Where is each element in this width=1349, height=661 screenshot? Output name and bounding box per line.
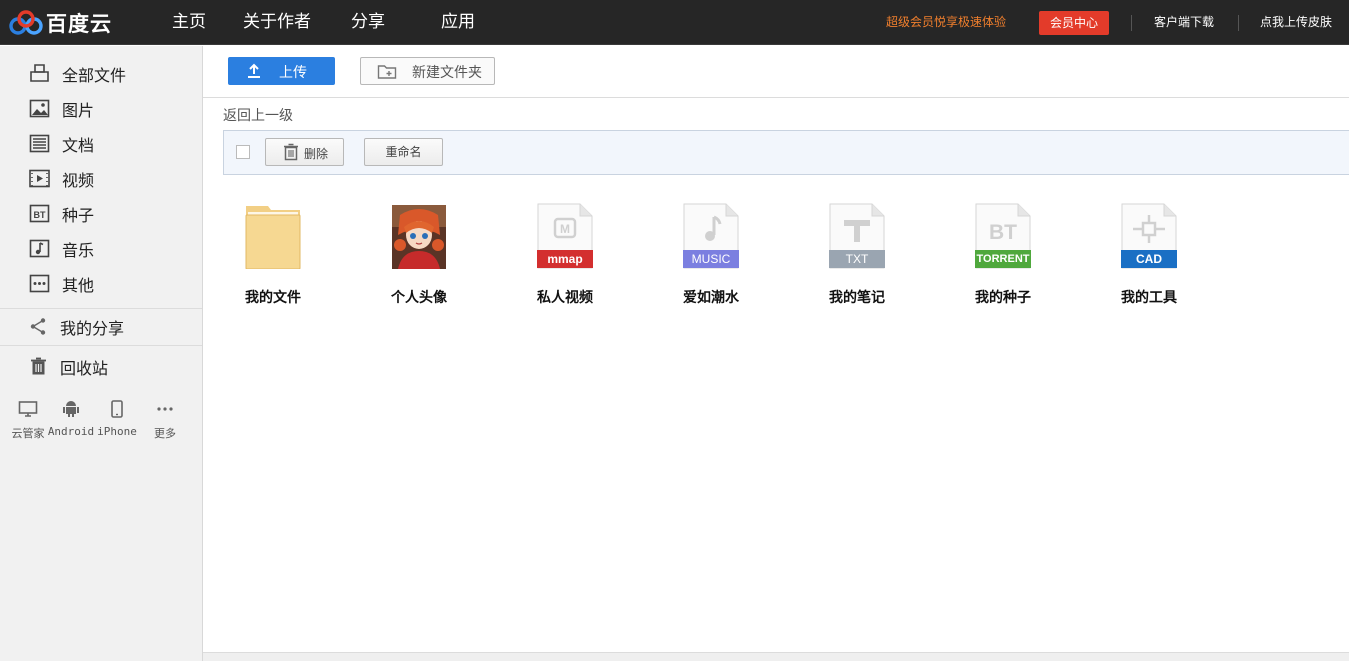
svg-text:BT: BT xyxy=(34,210,46,220)
all-files-icon xyxy=(30,64,49,82)
share-icon xyxy=(30,318,46,335)
device-more[interactable]: 更多 xyxy=(140,399,190,441)
sidebar-item-others[interactable]: 其他 xyxy=(0,266,202,301)
delete-button[interactable]: 删除 xyxy=(265,138,344,166)
file-name: 我的文件 xyxy=(245,290,301,306)
file-type-badge: TORRENT xyxy=(975,250,1031,268)
sidebar-item-recycle-bin[interactable]: 回收站 xyxy=(0,349,202,384)
sidebar: 全部文件 图片 文档 视频 BT 种子 音乐 其他 我的分享 回收站 云管家 A… xyxy=(0,46,203,661)
more-icon xyxy=(157,407,173,411)
file-name: 我的种子 xyxy=(975,290,1031,306)
device-label: iPhone xyxy=(97,425,137,438)
sidebar-item-all-files[interactable]: 全部文件 xyxy=(0,56,202,91)
avatar-image-icon xyxy=(392,205,446,269)
logo-text: 百度云 xyxy=(46,12,112,36)
upload-skin-link[interactable]: 点我上传皮肤 xyxy=(1260,0,1332,45)
trash-icon xyxy=(31,357,46,375)
sidebar-item-images[interactable]: 图片 xyxy=(0,91,202,126)
upload-icon xyxy=(248,63,260,78)
toolbar: 上传 新建文件夹 xyxy=(203,46,1349,98)
svg-text:M: M xyxy=(560,222,570,236)
sidebar-item-music[interactable]: 音乐 xyxy=(0,231,202,266)
device-iphone[interactable]: iPhone xyxy=(92,399,142,438)
nav-about-author[interactable]: 关于作者 xyxy=(243,0,311,45)
folder-icon xyxy=(245,206,301,269)
new-folder-label: 新建文件夹 xyxy=(412,65,482,81)
top-bar: 百度云 主页 关于作者 分享 应用 超级会员悦享极速体验 会员中心 客户端下载 … xyxy=(0,0,1349,45)
bt-icon: BT xyxy=(29,204,50,223)
divider xyxy=(1131,15,1132,31)
vip-center-button[interactable]: 会员中心 xyxy=(1039,11,1109,35)
file-type-badge: TXT xyxy=(829,250,885,268)
file-name: 个人头像 xyxy=(391,290,447,306)
new-folder-icon xyxy=(377,65,397,79)
upload-button[interactable]: 上传 xyxy=(228,57,335,85)
cloud-logo-icon xyxy=(9,10,43,35)
sidebar-item-label: 其他 xyxy=(62,275,95,295)
sidebar-item-videos[interactable]: 视频 xyxy=(0,161,202,196)
file-name: 我的笔记 xyxy=(829,290,885,306)
sidebar-item-label: 全部文件 xyxy=(62,65,127,85)
nav-apps[interactable]: 应用 xyxy=(441,0,475,45)
divider xyxy=(0,345,202,346)
nav-share[interactable]: 分享 xyxy=(351,0,385,45)
sidebar-item-label: 音乐 xyxy=(62,240,95,260)
action-bar: 删除 重命名 xyxy=(223,130,1349,175)
file-name: 我的工具 xyxy=(1121,290,1177,306)
sidebar-item-label: 种子 xyxy=(62,205,95,225)
bottom-scrollbar[interactable] xyxy=(203,652,1349,661)
select-all-checkbox[interactable] xyxy=(236,145,250,159)
client-download-link[interactable]: 客户端下载 xyxy=(1154,0,1214,45)
sidebar-item-label: 我的分享 xyxy=(60,318,125,338)
file-name: 私人视频 xyxy=(537,290,593,306)
sidebar-item-label: 回收站 xyxy=(60,358,109,378)
trash-icon xyxy=(284,143,298,161)
sidebar-item-label: 视频 xyxy=(62,170,95,190)
delete-label: 删除 xyxy=(304,147,329,161)
file-type-badge: CAD xyxy=(1121,250,1177,268)
back-link[interactable]: 返回上一级 xyxy=(223,105,293,125)
image-icon xyxy=(29,99,50,118)
document-icon xyxy=(29,134,50,153)
phone-icon xyxy=(111,400,123,418)
rename-button[interactable]: 重命名 xyxy=(364,138,443,166)
video-icon xyxy=(29,169,50,188)
sidebar-item-documents[interactable]: 文档 xyxy=(0,126,202,161)
nav-home[interactable]: 主页 xyxy=(172,0,206,45)
sidebar-item-label: 文档 xyxy=(62,135,95,155)
device-label: 更多 xyxy=(154,427,176,440)
vip-promo-link[interactable]: 超级会员悦享极速体验 xyxy=(886,0,1006,45)
upload-label: 上传 xyxy=(279,65,307,81)
device-android[interactable]: Android xyxy=(46,399,96,438)
android-icon xyxy=(63,401,79,417)
divider xyxy=(1238,15,1239,31)
more-dots-icon xyxy=(29,274,50,293)
svg-text:BT: BT xyxy=(989,221,1017,244)
monitor-icon xyxy=(18,401,38,417)
sidebar-item-torrents[interactable]: BT 种子 xyxy=(0,196,202,231)
sidebar-item-my-share[interactable]: 我的分享 xyxy=(0,309,202,344)
file-name: 爱如潮水 xyxy=(683,290,739,306)
music-icon xyxy=(29,239,50,258)
device-label: Android xyxy=(47,425,95,438)
new-folder-button[interactable]: 新建文件夹 xyxy=(360,57,495,85)
logo[interactable]: 百度云 xyxy=(8,8,112,38)
avatar-thumbnail xyxy=(392,205,446,269)
sidebar-item-label: 图片 xyxy=(62,100,95,120)
file-type-badge: mmap xyxy=(537,250,593,268)
file-type-badge: MUSIC xyxy=(683,250,739,268)
